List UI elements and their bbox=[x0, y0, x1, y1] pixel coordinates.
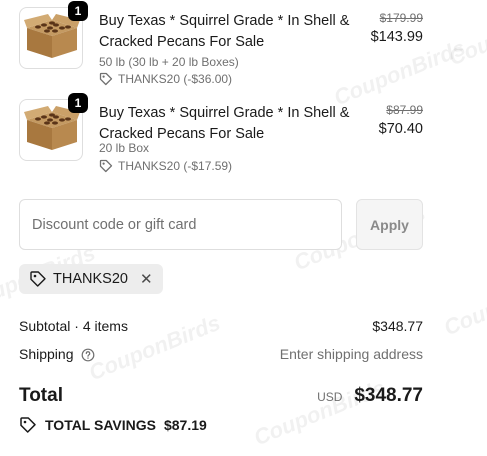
discount-form: Apply bbox=[19, 199, 423, 250]
product-thumbnail: 1 bbox=[19, 93, 88, 161]
tag-icon bbox=[20, 417, 36, 433]
total-savings: TOTAL SAVINGS $87.19 bbox=[19, 416, 207, 434]
subtotal-value: $348.77 bbox=[372, 318, 423, 334]
product-variant: 50 lb (30 lb + 20 lb Boxes) bbox=[99, 55, 239, 69]
savings-label: TOTAL SAVINGS bbox=[45, 417, 156, 433]
savings-value: $87.19 bbox=[163, 417, 207, 433]
product-thumbnail: 1 bbox=[19, 1, 88, 69]
total-row: Total USD $348.77 bbox=[19, 385, 423, 407]
discounted-price: $70.40 bbox=[378, 121, 423, 137]
product-title: Buy Texas * Squirrel Grade * In Shell & … bbox=[99, 105, 350, 142]
item-discount: THANKS20 (-$17.59) bbox=[99, 159, 232, 173]
pecan-box-image bbox=[24, 14, 80, 58]
line-item: 1 Buy Texas * Squirrel Grade * In Shell … bbox=[19, 1, 423, 87]
shipping-value: Enter shipping address bbox=[279, 346, 423, 363]
subtotal-label: Subtotal · 4 items bbox=[19, 318, 128, 334]
apply-button[interactable]: Apply bbox=[356, 199, 423, 250]
quantity-badge: 1 bbox=[68, 1, 88, 21]
tag-icon bbox=[99, 159, 113, 173]
discounted-price: $143.99 bbox=[370, 29, 423, 45]
pecan-box-image bbox=[24, 106, 80, 150]
original-price: $179.99 bbox=[379, 11, 423, 25]
original-price: $87.99 bbox=[386, 103, 423, 117]
tag-icon bbox=[99, 72, 113, 86]
close-icon[interactable]: ✕ bbox=[140, 270, 153, 288]
item-discount-text: THANKS20 (-$36.00) bbox=[118, 72, 233, 86]
quantity-badge: 1 bbox=[68, 93, 88, 113]
tag-icon bbox=[30, 271, 46, 287]
shipping-row: Shipping Enter shipping address bbox=[19, 346, 423, 362]
total-value: $348.77 bbox=[354, 385, 423, 406]
shipping-label: Shipping bbox=[19, 346, 74, 362]
item-discount-text: THANKS20 (-$17.59) bbox=[118, 159, 233, 173]
watermark: CouponBirds bbox=[445, 0, 487, 71]
total-label: Total bbox=[19, 385, 63, 406]
product-variant: 20 lb Box bbox=[99, 141, 150, 155]
watermark: CouponBirds bbox=[440, 264, 487, 341]
product-title: Buy Texas * Squirrel Grade * In Shell & … bbox=[99, 13, 350, 50]
subtotal-row: Subtotal · 4 items $348.77 bbox=[19, 318, 423, 334]
item-discount: THANKS20 (-$36.00) bbox=[99, 72, 232, 86]
applied-code: THANKS20 bbox=[53, 271, 128, 287]
question-circle-icon[interactable] bbox=[81, 348, 95, 362]
applied-discount-chip: THANKS20 ✕ bbox=[19, 264, 163, 294]
line-item: 1 Buy Texas * Squirrel Grade * In Shell … bbox=[19, 93, 423, 179]
discount-code-input[interactable] bbox=[19, 199, 342, 250]
currency-code: USD bbox=[317, 390, 343, 404]
